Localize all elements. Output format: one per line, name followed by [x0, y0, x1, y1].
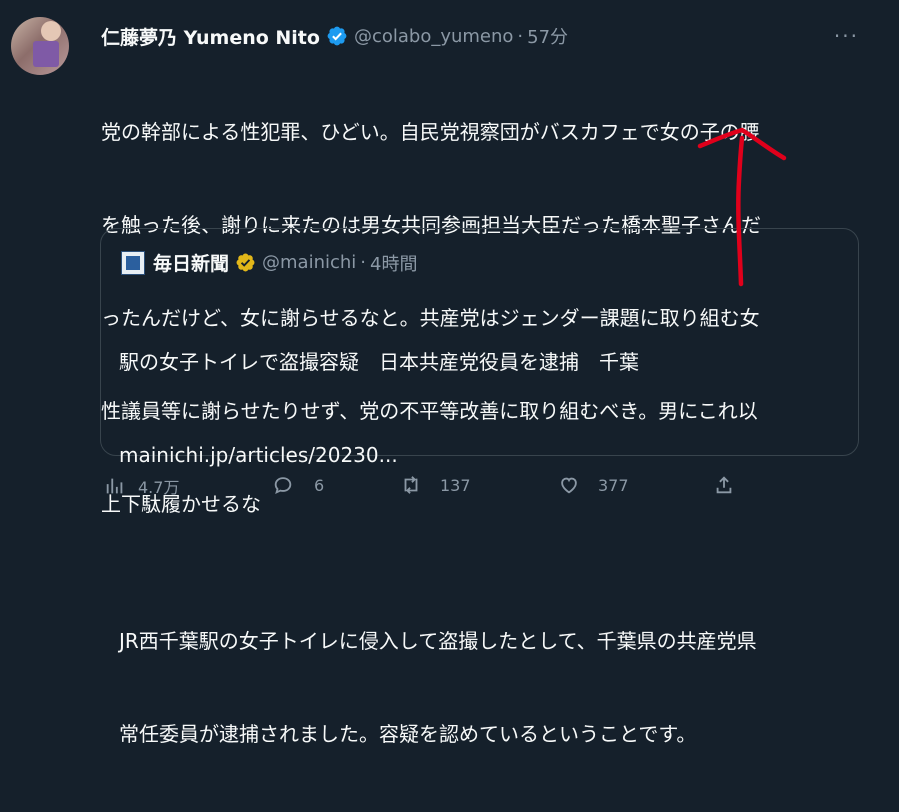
avatar-face: [41, 21, 61, 41]
quoted-author-name[interactable]: 毎日新聞: [153, 249, 229, 276]
views-count: 4.7万: [138, 478, 180, 497]
quoted-tweet-body: 駅の女子トイレで盗撮容疑 日本共産党役員を逮捕 千葉 mainichi.jp/a…: [119, 285, 844, 812]
heart-icon: [561, 477, 577, 494]
like-button[interactable]: 377: [558, 474, 629, 496]
verified-badge-icon: [327, 26, 347, 46]
separator-dot: ·: [517, 25, 524, 47]
tweet-header: 仁藤夢乃 Yumeno Nito @colabo_yumeno · 57分 ··…: [101, 22, 869, 50]
quoted-tweet-header: 毎日新聞 @mainichi · 4時間: [121, 249, 417, 276]
retweet-count: 137: [440, 475, 471, 495]
tweet-actions-bar: 4.7万 6 137 377: [100, 474, 860, 510]
views-icon: [106, 478, 123, 494]
tweet-text-line: 党の幹部による性犯罪、ひどい。自民党視察団がバスカフェで女の子の腰: [101, 120, 760, 144]
quoted-author-handle[interactable]: @mainichi: [262, 252, 356, 273]
author-avatar[interactable]: [11, 17, 69, 75]
quoted-tweet-card[interactable]: 毎日新聞 @mainichi · 4時間 駅の女子トイレで盗撮容疑 日本共産党役…: [100, 228, 859, 746]
retweet-icon: [404, 476, 418, 494]
quoted-tweet-time[interactable]: 4時間: [370, 250, 417, 276]
reply-icon: [274, 477, 292, 494]
share-button[interactable]: [713, 474, 735, 496]
author-handle[interactable]: @colabo_yumeno: [354, 26, 513, 47]
author-name[interactable]: 仁藤夢乃 Yumeno Nito: [101, 23, 320, 50]
quoted-tweet-title: 駅の女子トイレで盗撮容疑 日本共産党役員を逮捕 千葉: [119, 350, 639, 374]
mainichi-logo-icon: [121, 250, 145, 275]
retweet-button[interactable]: 137: [400, 474, 471, 496]
more-options-icon[interactable]: ···: [834, 24, 859, 48]
views-button[interactable]: 4.7万: [104, 474, 179, 498]
quoted-tweet-text-line: 常任委員が逮捕されました。容疑を認めているということです。: [119, 722, 697, 746]
tweet-time[interactable]: 57分: [527, 23, 568, 49]
avatar-sign: [33, 41, 59, 67]
reply-count: 6: [314, 475, 325, 495]
like-count: 377: [598, 475, 629, 495]
reply-button[interactable]: 6: [272, 474, 324, 496]
share-icon: [716, 476, 732, 494]
verified-gold-badge-icon: [236, 253, 255, 272]
quoted-tweet-text-line: JR西千葉駅の女子トイレに侵入して盗撮したとして、千葉県の共産党県: [119, 629, 757, 653]
quoted-tweet-link[interactable]: mainichi.jp/articles/20230...: [119, 440, 844, 471]
separator-dot: ·: [360, 252, 367, 273]
